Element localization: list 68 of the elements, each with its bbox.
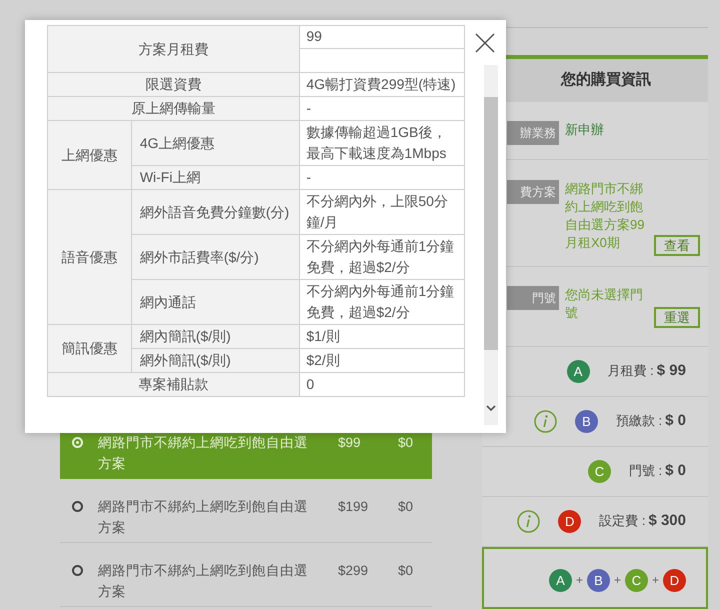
charge-label: 預繳款 : bbox=[616, 412, 662, 430]
plan-option[interactable]: 網路門市不綁約上網吃到飽自由選方案 $299 $0 bbox=[60, 543, 432, 607]
detail-label: 辦業務 bbox=[507, 121, 559, 145]
charge-label: 門號 : bbox=[628, 462, 662, 480]
plan-deposit: $0 bbox=[398, 434, 414, 452]
charge-amount: $ 0 bbox=[665, 411, 686, 432]
spec-label: 專案補貼款 bbox=[48, 372, 300, 396]
radio-button[interactable] bbox=[72, 565, 83, 576]
plus-sign: + bbox=[614, 572, 621, 589]
spec-label: 限選資費 bbox=[48, 72, 300, 96]
plan-option[interactable]: 網路門市不綁約上網吃到飽自由選方案 $199 $0 bbox=[60, 479, 432, 543]
letter-badge: B bbox=[574, 410, 598, 433]
spec-label: 4G上網優惠 bbox=[131, 120, 300, 166]
charge-amount: $ 0 bbox=[665, 461, 686, 482]
spec-label: 網外簡訊($/則) bbox=[131, 348, 300, 372]
spec-value: 不分網內外，上限50分鐘/月 bbox=[300, 190, 464, 234]
letter-badge: B bbox=[586, 569, 610, 592]
spec-group-label: 簡訊優惠 bbox=[48, 324, 132, 372]
plan-price: $99 bbox=[338, 434, 362, 452]
plan-deposit: $0 bbox=[398, 562, 414, 580]
detail-value: 新申辦 bbox=[565, 121, 605, 139]
letter-badge: C bbox=[588, 460, 611, 483]
detail-value: 網路門市不綁約上網吃到飽自由選方案99月租X0期 bbox=[565, 180, 645, 252]
spec-label: 網內簡訊($/則) bbox=[131, 324, 300, 348]
radio-button[interactable] bbox=[72, 501, 83, 512]
chevron-down-icon[interactable] bbox=[486, 405, 496, 412]
spec-value: 4G暢打資費299型(特速) bbox=[300, 72, 464, 96]
plus-sign: + bbox=[576, 572, 583, 589]
scrollbar[interactable] bbox=[484, 65, 498, 425]
spec-group-label: 語音優惠 bbox=[48, 190, 132, 324]
charge-label: 月租費 : bbox=[608, 362, 654, 380]
plan-name: 網路門市不綁約上網吃到飽自由選方案 bbox=[98, 562, 309, 601]
spec-label: 網外語音免費分鐘數(分) bbox=[131, 190, 300, 234]
spec-label: 網外市話費率($/分) bbox=[131, 234, 300, 280]
spec-label: 網內通話 bbox=[131, 280, 300, 324]
spec-value: $1/則 bbox=[300, 324, 464, 348]
spec-value: - bbox=[300, 166, 464, 190]
detail-value: 您尚未選擇門號 bbox=[565, 286, 644, 322]
letter-badge: A bbox=[548, 569, 572, 592]
plus-sign: + bbox=[652, 572, 659, 589]
spec-value: 99 bbox=[300, 26, 464, 49]
detail-button[interactable]: 查看 bbox=[654, 235, 700, 256]
plan-name: 網路門市不綁約上網吃到飽自由選方案 bbox=[98, 498, 309, 537]
spec-value: - bbox=[300, 96, 464, 120]
plan-deposit: $0 bbox=[398, 498, 414, 516]
plan-name: 網路門市不綁約上網吃到飽自由選方案 bbox=[98, 434, 309, 473]
charge-amount: $ 300 bbox=[648, 511, 686, 532]
spec-value: 數據傳輸超過1GB後，最高下載速度為1Mbps bbox=[300, 120, 464, 166]
detail-label: 門號 bbox=[507, 286, 559, 310]
spec-group-label: 上網優惠 bbox=[48, 120, 132, 190]
charge-amount: $ 99 bbox=[656, 361, 686, 382]
spec-value: 不分網內外每通前1分鐘免費，超過$2/分 bbox=[300, 234, 464, 280]
spec-value: 0 bbox=[300, 372, 464, 396]
letter-badge: D bbox=[663, 569, 686, 592]
plan-price: $299 bbox=[338, 562, 370, 580]
letter-badge: D bbox=[558, 510, 582, 533]
charge-label: 設定費 : bbox=[599, 512, 646, 530]
letter-badge: A bbox=[566, 360, 590, 383]
plan-price: $199 bbox=[338, 498, 370, 516]
detail-label: 費方案 bbox=[507, 180, 559, 204]
detail-button[interactable]: 重選 bbox=[654, 307, 700, 328]
spec-value: 不分網內外每通前1分鐘免費，超過$2/分 bbox=[300, 280, 464, 324]
spec-label: 方案月租費 bbox=[48, 26, 300, 72]
spec-label: 原上網傳輸量 bbox=[48, 96, 300, 120]
close-icon[interactable] bbox=[474, 32, 496, 54]
spec-label: Wi-Fi上網 bbox=[131, 166, 300, 190]
spec-value: $2/則 bbox=[300, 348, 464, 372]
letter-badge: C bbox=[624, 569, 648, 592]
